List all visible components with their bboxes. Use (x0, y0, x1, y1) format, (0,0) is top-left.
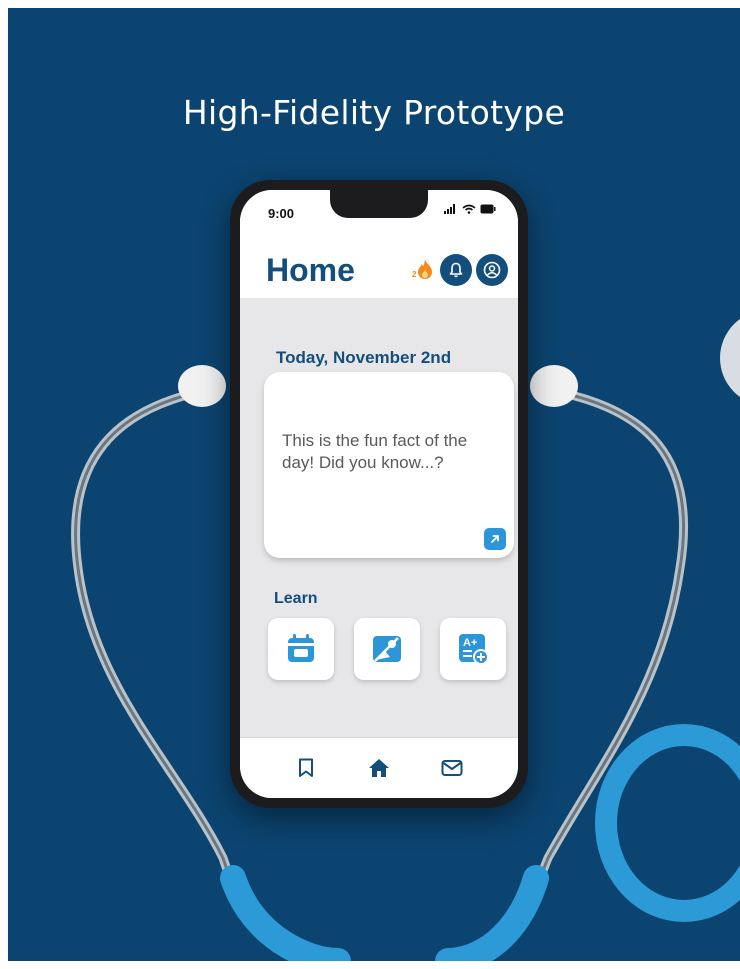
streak-indicator[interactable]: 2 (412, 259, 433, 279)
phone-screen: 9:00 Home 2 Today, November 2nd This is … (240, 190, 518, 798)
notifications-button[interactable] (440, 254, 472, 286)
grades-icon: A+ (459, 634, 489, 665)
home-icon (369, 759, 389, 777)
image-icon (373, 636, 401, 662)
fun-fact-card[interactable]: This is the fun fact of the day! Did you… (264, 372, 514, 558)
date-heading: Today, November 2nd (276, 348, 452, 367)
flame-icon (418, 259, 433, 279)
bookmark-icon (299, 758, 313, 777)
phone-mockup: 9:00 Home 2 Today, November 2nd This is … (230, 180, 528, 808)
nav-home[interactable] (365, 754, 393, 782)
status-time: 9:00 (268, 206, 295, 221)
status-icons (444, 204, 496, 214)
mail-icon (441, 760, 463, 776)
poster-background: High-Fidelity Prototype 9:00 Home 2 Toda… (8, 8, 740, 961)
learn-grades-tile[interactable]: A+ (440, 618, 506, 680)
learn-calendar-tile[interactable] (268, 618, 334, 680)
learn-image-tile[interactable] (354, 618, 420, 680)
open-fact-button[interactable] (484, 528, 506, 550)
battery-icon (480, 204, 496, 214)
learn-heading: Learn (274, 590, 318, 607)
page-title: Home (266, 252, 355, 288)
nav-bookmarks[interactable] (292, 754, 320, 782)
profile-icon (483, 261, 501, 279)
calendar-icon (288, 634, 314, 662)
phone-notch (330, 190, 428, 218)
profile-button[interactable] (476, 254, 508, 286)
nav-messages[interactable] (438, 754, 466, 782)
bell-icon (449, 262, 463, 278)
svg-text:A+: A+ (463, 637, 477, 649)
bottom-navigation (240, 737, 518, 798)
streak-count: 2 (412, 270, 417, 279)
wifi-icon (462, 204, 476, 214)
fun-fact-text: This is the fun fact of the day! Did you… (282, 431, 468, 472)
signal-icon (444, 204, 455, 214)
external-link-icon (491, 535, 499, 543)
